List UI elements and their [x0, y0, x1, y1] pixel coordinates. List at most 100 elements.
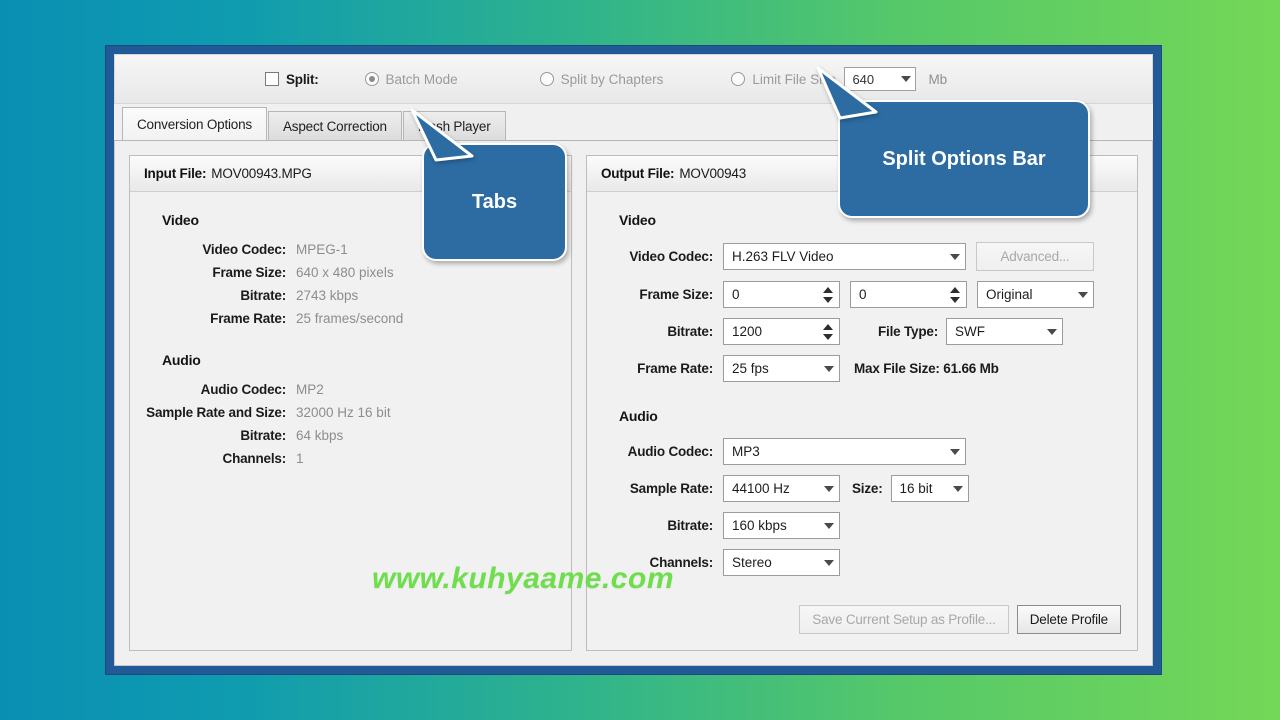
chevron-down-icon [950, 448, 960, 455]
split-checkbox[interactable] [265, 72, 279, 86]
aspect-select[interactable]: Original [977, 281, 1094, 308]
video-codec-select[interactable]: H.263 FLV Video [723, 243, 966, 270]
radio-batch-mode[interactable]: Batch Mode [364, 71, 458, 87]
audio-codec-value: MP3 [732, 444, 760, 459]
limit-file-size-radio[interactable] [731, 72, 746, 86]
split-options-callout-tail [816, 66, 886, 126]
advanced-button[interactable]: Advanced... [976, 242, 1094, 271]
tab-label: Conversion Options [137, 116, 252, 132]
sample-rate-value: 44100 Hz [732, 481, 790, 496]
arrow-up-icon[interactable] [823, 323, 833, 330]
chevron-down-icon [950, 253, 960, 260]
video-codec-label: Video Codec: [629, 249, 713, 264]
split-label: Split: [286, 71, 319, 87]
chevron-down-icon [824, 559, 834, 566]
size-select[interactable]: 16 bit [890, 475, 969, 502]
output-frame-size-row: Frame Size: 0 0 Original [603, 281, 1121, 308]
row-key: Channels: [222, 451, 287, 466]
row-key: Bitrate: [240, 288, 286, 303]
split-checkbox-group[interactable]: Split: [265, 72, 319, 87]
info-row: Bitrate: 64 kbps [146, 428, 555, 443]
row-key: Bitrate: [240, 428, 286, 443]
split-by-chapters-radio[interactable] [539, 72, 554, 86]
split-by-chapters-label: Split by Chapters [560, 71, 664, 87]
row-key: Audio Codec: [200, 382, 287, 397]
aspect-value: Original [986, 287, 1033, 302]
sample-rate-select[interactable]: 44100 Hz [723, 475, 840, 502]
row-value: MP2 [296, 382, 324, 397]
tab-conversion-options[interactable]: Conversion Options [122, 107, 267, 140]
frame-height-stepper[interactable]: 0 [850, 281, 967, 308]
row-key: Frame Rate: [210, 311, 286, 326]
batch-mode-label: Batch Mode [385, 71, 458, 87]
row-value: 1 [296, 451, 304, 466]
info-row: Audio Codec: MP2 [146, 382, 555, 397]
input-file-name: MOV00943.MPG [211, 166, 312, 181]
info-row: Frame Rate: 25 frames/second [146, 311, 555, 326]
radio-split-by-chapters[interactable]: Split by Chapters [539, 71, 664, 87]
chevron-down-icon [824, 365, 834, 372]
row-value: 25 frames/second [296, 311, 404, 326]
output-file-name: MOV00943 [679, 166, 747, 181]
audio-bitrate-label: Bitrate: [667, 518, 713, 533]
watermark: www.kuhyaame.com [372, 562, 674, 595]
row-value: 32000 Hz 16 bit [296, 405, 391, 420]
chevron-down-icon [1047, 328, 1058, 335]
save-profile-button[interactable]: Save Current Setup as Profile... [799, 605, 1009, 634]
frame-rate-label: Frame Rate: [637, 361, 713, 376]
audio-codec-select[interactable]: MP3 [723, 438, 966, 465]
info-row: Frame Size: 640 x 480 pixels [146, 265, 555, 280]
video-bitrate-label: Bitrate: [667, 324, 713, 339]
limit-unit-label: Mb [928, 71, 948, 87]
stepper-arrows[interactable] [821, 319, 839, 344]
channels-select[interactable]: Stereo [723, 549, 840, 576]
row-key: Video Codec: [202, 242, 286, 257]
info-row: Channels: 1 [146, 451, 555, 466]
output-video-codec-row: Video Codec: H.263 FLV Video Advanced... [603, 242, 1121, 271]
stepper-arrows[interactable] [948, 282, 966, 307]
output-sample-rate-row: Sample Rate: 44100 Hz Size: 16 bit [603, 475, 1121, 502]
video-bitrate-stepper[interactable]: 1200 [723, 318, 840, 345]
audio-codec-label: Audio Codec: [627, 444, 714, 459]
row-value: 2743 kbps [296, 288, 359, 303]
split-options-bar: Split: Batch Mode Split by Chapters Limi… [114, 54, 1153, 104]
row-key: Frame Size: [212, 265, 286, 280]
arrow-up-icon[interactable] [823, 286, 833, 293]
delete-profile-button[interactable]: Delete Profile [1016, 605, 1121, 634]
input-audio-section-title: Audio [162, 352, 201, 368]
info-row: Bitrate: 2743 kbps [146, 288, 555, 303]
audio-bitrate-select[interactable]: 160 kbps [723, 512, 840, 539]
batch-mode-radio[interactable] [364, 72, 379, 86]
tab-aspect-correction[interactable]: Aspect Correction [267, 111, 402, 140]
size-value: 16 bit [899, 481, 933, 496]
tabs-callout-tail [410, 108, 480, 168]
file-type-select[interactable]: SWF [946, 318, 1064, 345]
stepper-arrows[interactable] [821, 282, 839, 307]
output-file-label: Output File: [601, 166, 675, 181]
frame-rate-value: 25 fps [732, 361, 769, 376]
chevron-down-icon [824, 485, 834, 492]
callout-text: Tabs [471, 190, 518, 213]
input-file-label: Input File: [144, 166, 207, 181]
frame-width-stepper[interactable]: 0 [723, 281, 840, 308]
frame-size-label: Frame Size: [639, 287, 713, 302]
arrow-down-icon[interactable] [823, 333, 833, 340]
tab-label: Aspect Correction [282, 118, 387, 134]
audio-bitrate-value: 160 kbps [732, 518, 787, 533]
chevron-down-icon [901, 76, 912, 82]
max-file-size-text: Max File Size: 61.66 Mb [854, 361, 999, 376]
arrow-down-icon[interactable] [823, 296, 833, 303]
info-row: Sample Rate and Size: 32000 Hz 16 bit [146, 405, 555, 420]
row-value: MPEG-1 [296, 242, 348, 257]
output-audio-bitrate-row: Bitrate: 160 kbps [603, 512, 1121, 539]
file-type-label: File Type: [878, 324, 939, 339]
output-audio-section-title: Audio [619, 408, 658, 424]
arrow-up-icon[interactable] [950, 286, 960, 293]
output-channels-row: Channels: Stereo [603, 549, 1121, 576]
arrow-down-icon[interactable] [950, 296, 960, 303]
size-label: Size: [852, 481, 883, 496]
file-type-value: SWF [955, 324, 986, 339]
chevron-down-icon [824, 522, 834, 529]
chevron-down-icon [952, 485, 963, 492]
frame-rate-select[interactable]: 25 fps [723, 355, 840, 382]
